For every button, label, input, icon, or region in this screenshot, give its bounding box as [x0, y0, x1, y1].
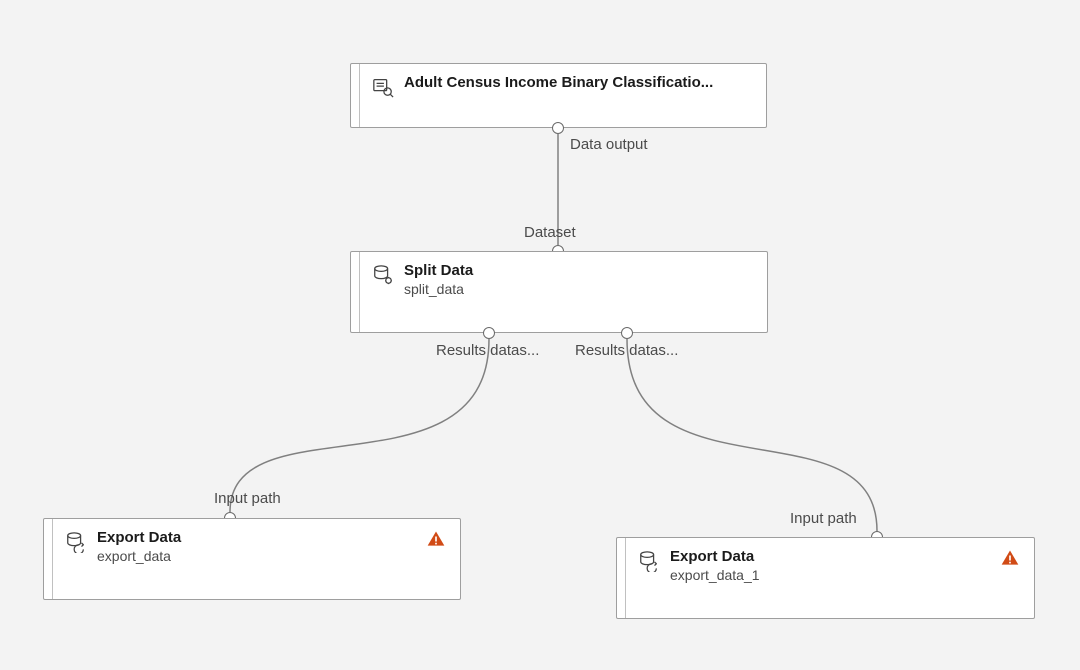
port-label-export2-input: Input path: [790, 510, 857, 527]
node-accent: [44, 519, 53, 599]
port-label-split-output-1: Results datas...: [436, 342, 539, 359]
warning-icon: [998, 548, 1022, 568]
port-label-export1-input: Input path: [214, 490, 281, 507]
node-subtitle: split_data: [404, 281, 755, 297]
export-icon: [638, 550, 660, 572]
node-export-data-1[interactable]: Export Data export_data: [43, 518, 461, 600]
port-dataset-output[interactable]: [552, 122, 564, 134]
node-accent: [617, 538, 626, 618]
port-split-output-2[interactable]: [621, 327, 633, 339]
node-export-data-2[interactable]: Export Data export_data_1: [616, 537, 1035, 619]
node-subtitle: export_data: [97, 548, 414, 564]
port-label-dataset-output: Data output: [570, 136, 648, 153]
node-dataset[interactable]: Adult Census Income Binary Classificatio…: [350, 63, 767, 128]
export-icon: [65, 531, 87, 553]
port-split-output-1[interactable]: [483, 327, 495, 339]
node-accent: [351, 252, 360, 332]
warning-icon: [424, 529, 448, 549]
node-title: Split Data: [404, 262, 755, 279]
edge-split-to-export1[interactable]: [230, 339, 489, 512]
edge-split-to-export2[interactable]: [627, 339, 877, 531]
port-label-split-output-2: Results datas...: [575, 342, 678, 359]
database-gear-icon: [372, 264, 394, 286]
node-title: Adult Census Income Binary Classificatio…: [404, 74, 754, 91]
pipeline-canvas[interactable]: Adult Census Income Binary Classificatio…: [0, 0, 1080, 670]
node-split-data[interactable]: Split Data split_data: [350, 251, 768, 333]
node-subtitle: export_data_1: [670, 567, 988, 583]
node-accent: [351, 64, 360, 127]
node-title: Export Data: [97, 529, 414, 546]
dataset-icon: [372, 76, 394, 98]
node-title: Export Data: [670, 548, 988, 565]
port-label-split-input: Dataset: [524, 224, 576, 241]
